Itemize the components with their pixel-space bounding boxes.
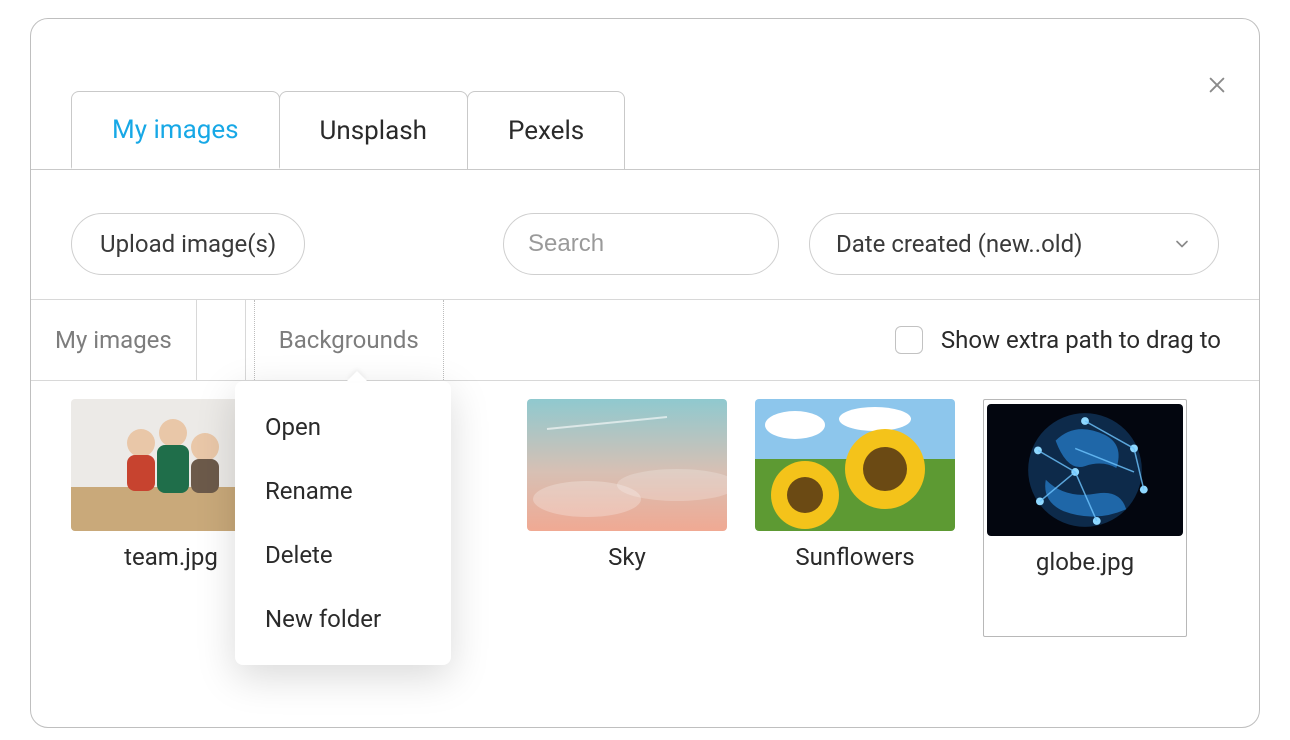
tab-label: Pexels xyxy=(508,116,584,146)
image-card-selected[interactable]: globe.jpg xyxy=(983,399,1187,637)
tab-label: Unsplash xyxy=(320,116,427,146)
menu-item-label: New folder xyxy=(265,605,381,633)
sort-dropdown[interactable]: Date created (new..old) xyxy=(809,213,1219,275)
image-label: globe.jpg xyxy=(1036,548,1134,576)
breadcrumb-root[interactable]: My images xyxy=(31,300,197,380)
globe-photo-icon xyxy=(987,404,1183,536)
tab-my-images[interactable]: My images xyxy=(71,91,280,169)
image-label: team.jpg xyxy=(124,543,218,571)
chevron-down-icon xyxy=(1172,234,1192,254)
show-extra-path-label: Show extra path to drag to xyxy=(941,326,1221,354)
source-tabs: My images Unsplash Pexels xyxy=(71,91,625,169)
breadcrumb-bar: My images Backgrounds Show extra path to… xyxy=(31,299,1259,381)
tab-unsplash[interactable]: Unsplash xyxy=(279,91,468,169)
search-field[interactable] xyxy=(503,213,779,275)
context-menu-rename[interactable]: Rename xyxy=(235,459,451,523)
context-menu: Open Rename Delete New folder xyxy=(235,381,451,665)
toolbar: Upload image(s) Date created (new..old) xyxy=(31,189,1259,299)
sort-selected-label: Date created (new..old) xyxy=(836,230,1083,258)
close-icon xyxy=(1206,74,1228,96)
breadcrumb-spacer xyxy=(444,300,895,380)
image-grid: team.jpg o.png xyxy=(31,399,1259,657)
context-menu-new-folder[interactable]: New folder xyxy=(235,587,451,651)
folder-card[interactable]: Sunflowers xyxy=(755,399,955,571)
breadcrumb-caret[interactable] xyxy=(197,300,246,380)
breadcrumb-current[interactable]: Backgrounds xyxy=(254,300,444,380)
tab-label: My images xyxy=(112,115,239,145)
breadcrumb-root-label: My images xyxy=(55,326,172,354)
menu-item-label: Open xyxy=(265,413,321,441)
menu-item-label: Rename xyxy=(265,477,353,505)
folder-label: Sunflowers xyxy=(795,543,914,571)
sunflowers-photo-icon xyxy=(755,399,955,531)
thumbnail xyxy=(987,404,1183,536)
folder-label: Sky xyxy=(608,543,646,571)
tabs-divider xyxy=(31,169,1259,170)
image-picker-dialog: My images Unsplash Pexels Upload image(s… xyxy=(30,18,1260,728)
search-input[interactable] xyxy=(526,229,840,259)
show-extra-path-checkbox[interactable] xyxy=(895,326,923,354)
close-button[interactable] xyxy=(1203,71,1231,99)
context-menu-open[interactable]: Open xyxy=(235,395,451,459)
menu-item-label: Delete xyxy=(265,541,333,569)
thumbnail xyxy=(755,399,955,531)
show-extra-path-toggle: Show extra path to drag to xyxy=(895,300,1259,380)
folder-card[interactable]: Sky xyxy=(527,399,727,571)
upload-button[interactable]: Upload image(s) xyxy=(71,213,305,275)
context-menu-delete[interactable]: Delete xyxy=(235,523,451,587)
breadcrumb-current-label: Backgrounds xyxy=(279,326,419,354)
sky-photo-icon xyxy=(527,399,727,531)
tab-pexels[interactable]: Pexels xyxy=(467,91,625,169)
upload-label: Upload image(s) xyxy=(100,230,276,258)
thumbnail xyxy=(527,399,727,531)
